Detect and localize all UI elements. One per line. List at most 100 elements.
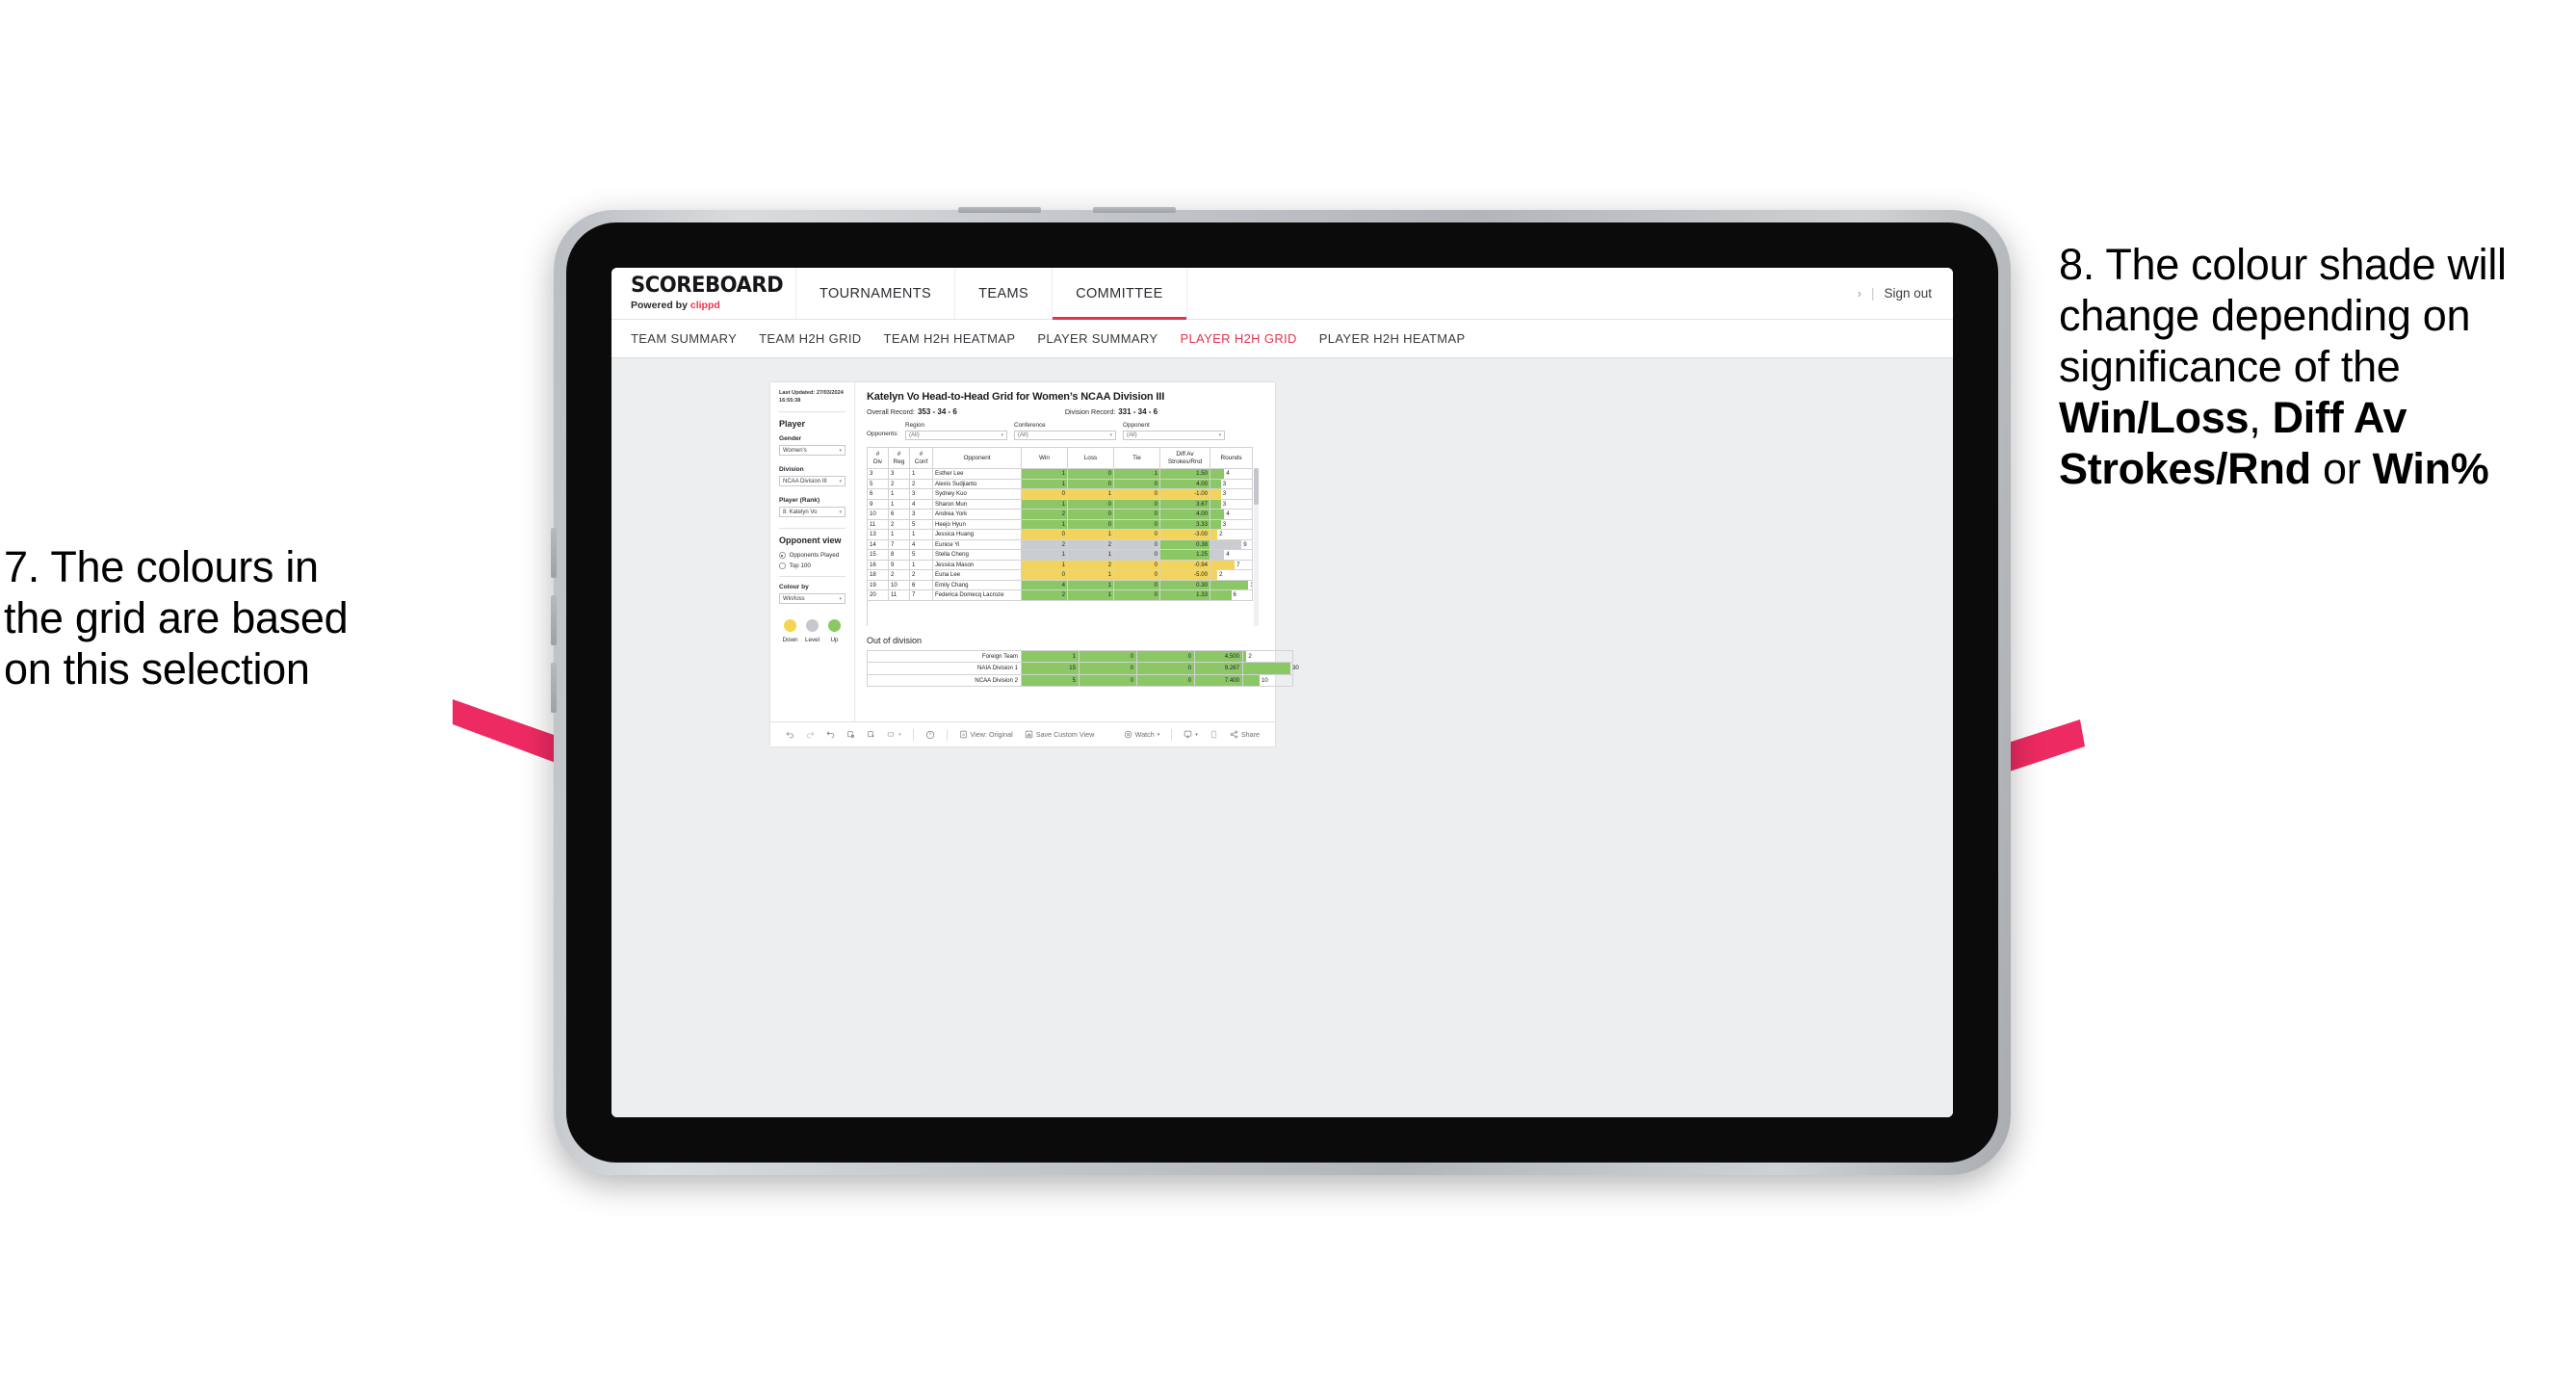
download-button[interactable]: ▾ — [1178, 730, 1204, 739]
cell-div: 14 — [867, 538, 889, 550]
col-reg: # Reg — [888, 447, 910, 469]
table-row[interactable]: NAIA Division 1 15 0 0 9.267 30 — [867, 662, 1299, 675]
pause-auto-update-button[interactable] — [861, 730, 881, 739]
filters-panel: Last Updated: 27/03/2024 16:55:38 Player… — [770, 382, 855, 721]
nav-item-tournaments[interactable]: TOURNAMENTS — [796, 268, 956, 319]
main-nav: TOURNAMENTS TEAMS COMMITTEE — [796, 268, 1187, 320]
viz-toolbar: ▾ a View: Original Save Custom View Watc… — [770, 721, 1275, 746]
table-row[interactable]: 16 9 1 Jessica Mason 1 2 0 -0.94 7 — [867, 559, 1253, 570]
cell-diff: 0.30 — [1159, 579, 1210, 590]
table-row[interactable]: 9 1 4 Sharon Mun 1 0 0 3.67 3 — [867, 498, 1253, 510]
opponents-label: Opponents: — [867, 431, 899, 437]
legend-label-up: Up — [830, 637, 839, 644]
subnav-item-player-h2h-grid[interactable]: PLAYER H2H GRID — [1180, 331, 1318, 346]
brand-logo[interactable]: SCOREBOARD Powered by clippd — [611, 268, 796, 319]
table-row[interactable]: NCAA Division 2 5 0 0 7.400 10 — [867, 673, 1293, 687]
redo-button[interactable] — [800, 730, 820, 739]
device-preview-button[interactable] — [1204, 730, 1224, 739]
chevron-down-icon: ▾ — [1157, 731, 1160, 738]
annotation-left-line-1: 7. The colours in — [4, 542, 319, 591]
annotation-right-mid-2: or — [2310, 444, 2373, 494]
gender-select[interactable]: Women's ▾ — [779, 445, 846, 457]
cell-div: 20 — [867, 589, 889, 601]
table-row[interactable]: 5 2 2 Alexis Sudjianto 1 0 0 4.00 3 — [867, 478, 1253, 489]
cell-tie: 0 — [1113, 488, 1160, 500]
toolbar-divider — [912, 728, 914, 741]
gender-label: Gender — [779, 435, 802, 443]
overall-record: Overall Record: 353 - 34 - 6 — [867, 407, 957, 416]
filter-conference: Conference (All) ▾ — [1014, 422, 1117, 440]
subnav-item-player-h2h-heatmap[interactable]: PLAYER H2H HEATMAP — [1319, 331, 1488, 346]
filter-region-select[interactable]: (All) ▾ — [905, 431, 1008, 440]
table-row[interactable]: 18 2 2 Euna Lee 0 1 0 -5.00 2 — [867, 569, 1253, 581]
cell-opponent: Jessica Huang — [932, 529, 1022, 540]
annotation-right: 8. The colour shade will change dependin… — [2059, 239, 2569, 494]
player-rank-select[interactable]: 8. Katelyn Vo ▾ — [779, 507, 846, 518]
cell-rounds: 3 — [1210, 478, 1253, 489]
grid-scrollbar-thumb[interactable] — [1254, 468, 1259, 505]
cell-tie: 0 — [1113, 498, 1160, 510]
refresh-button[interactable] — [841, 730, 861, 739]
table-row[interactable]: Foreign Team 1 0 0 4.500 2 — [867, 649, 1293, 663]
table-row[interactable]: 15 8 5 Stella Cheng 1 1 0 1.25 4 — [867, 549, 1253, 561]
subnav-item-team-h2h-grid[interactable]: TEAM H2H GRID — [759, 331, 883, 346]
subnav-item-player-summary[interactable]: PLAYER SUMMARY — [1037, 331, 1180, 346]
cell-rounds: 11 — [1210, 579, 1253, 590]
player-rank-select-value: 8. Katelyn Vo — [783, 509, 818, 515]
cell-tie: 0 — [1113, 529, 1160, 540]
cell-loss: 1 — [1067, 549, 1114, 561]
pause-clock-button[interactable] — [920, 730, 941, 740]
undo-button[interactable] — [780, 730, 800, 739]
grid-scrollbar[interactable] — [1254, 468, 1259, 626]
cell-div: 10 — [867, 509, 889, 520]
cell-rounds: 6 — [1210, 589, 1253, 601]
filter-opponent-select[interactable]: (All) ▾ — [1123, 431, 1226, 440]
highlight-button[interactable]: ▾ — [881, 730, 907, 739]
division-select[interactable]: NCAA Division III ▾ — [779, 476, 846, 487]
h2h-grid-body: 3 3 1 Esther Lee 1 0 1 1.50 4 5 2 2 Alexis Sudjianto… — [867, 468, 1253, 601]
subnav-item-team-summary[interactable]: TEAM SUMMARY — [631, 331, 759, 346]
cell-loss: 1 — [1067, 569, 1114, 581]
cell-diff: 1.33 — [1159, 589, 1210, 601]
subnav-item-team-h2h-heatmap[interactable]: TEAM H2H HEATMAP — [884, 331, 1038, 346]
cell-diff: 1.50 — [1159, 468, 1210, 480]
chevron-down-icon: ▾ — [1195, 731, 1198, 738]
filter-conference-select[interactable]: (All) ▾ — [1014, 431, 1117, 440]
table-row[interactable]: 20 11 7 Federica Domecq Lacroze 2 1 0 1.33 6 — [867, 589, 1253, 601]
last-updated-text: Last Updated: 27/03/2024 16:55:38 — [779, 390, 844, 404]
device-bezel: SCOREBOARD Powered by clippd TOURNAMENTS… — [566, 222, 1998, 1163]
divider — [779, 528, 846, 530]
cell-reg: 9 — [888, 559, 910, 570]
table-row[interactable]: 14 7 4 Eunice Yi 2 2 0 0.38 9 — [867, 538, 1253, 550]
cell-tie: 0 — [1113, 589, 1160, 601]
table-row[interactable]: 6 1 3 Sydney Kuo 0 1 0 -1.00 3 — [867, 488, 1253, 500]
chevron-right-icon[interactable]: › — [1858, 286, 1861, 301]
annotation-right-mid-1: , — [2249, 393, 2273, 443]
device-button-side-3 — [551, 663, 557, 713]
radio-top-100[interactable]: Top 100 — [779, 562, 846, 569]
cell-opponent: Euna Lee — [932, 569, 1022, 581]
cell-loss: 1 — [1067, 488, 1114, 500]
table-row[interactable]: 19106Emily Chang4100.3011 — [867, 579, 1253, 590]
cell-div: 16 — [867, 559, 889, 570]
watch-button[interactable]: Watch ▾ — [1118, 730, 1166, 739]
sign-out-link[interactable]: Sign out — [1884, 286, 1932, 301]
table-row[interactable]: 10 6 3 Andrea York 2 0 0 4.00 4 — [867, 509, 1253, 520]
view-original-button[interactable]: a View: Original — [953, 730, 1019, 739]
cell-div: 6 — [867, 488, 889, 500]
revert-button[interactable] — [820, 730, 841, 739]
radio-opponents-played[interactable]: Opponents Played — [779, 552, 846, 559]
cell-rounds: 3 — [1210, 498, 1253, 510]
colour-by-select[interactable]: Win/loss ▾ — [779, 593, 846, 605]
viz-panel: Katelyn Vo Head-to-Head Grid for Women’s… — [855, 382, 1299, 721]
nav-item-teams[interactable]: TEAMS — [955, 268, 1054, 319]
cell-reg: 10 — [888, 579, 910, 590]
nav-item-committee[interactable]: COMMITTEE — [1053, 268, 1187, 320]
table-row[interactable]: 13 1 1 Jessica Huang 0 1 0 -3.00 2 — [867, 529, 1253, 540]
cell-rounds: 9 — [1210, 538, 1253, 550]
save-custom-view-button[interactable]: Save Custom View — [1019, 730, 1101, 739]
col-loss: Loss — [1067, 447, 1114, 469]
table-row[interactable]: 3 3 1 Esther Lee 1 0 1 1.50 4 — [867, 468, 1253, 480]
share-button[interactable]: Share — [1224, 730, 1265, 739]
table-row[interactable]: 11 2 5 Heejo Hyun 1 0 0 3.33 3 — [867, 518, 1253, 530]
